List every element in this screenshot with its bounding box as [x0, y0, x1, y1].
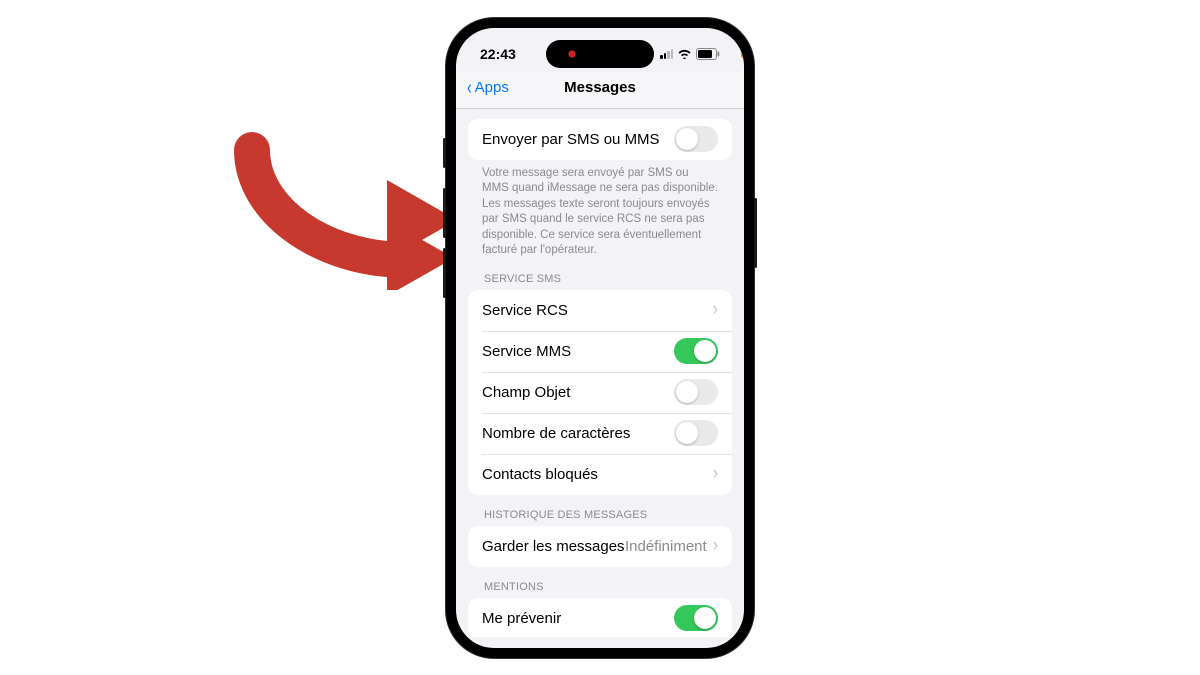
annotation-arrow-icon: [232, 120, 472, 295]
wifi-icon: [677, 48, 692, 59]
toggle-char-count[interactable]: [674, 420, 718, 446]
row-champ-objet[interactable]: Champ Objet: [468, 372, 732, 413]
row-value: Indéfiniment: [625, 538, 707, 555]
phone-mute-switch: [443, 138, 446, 168]
section-header-sms: SERVICE SMS: [456, 273, 744, 290]
phone-volume-up: [443, 188, 446, 238]
section-header-mentions: MENTIONS: [456, 581, 744, 598]
back-label: Apps: [475, 79, 509, 96]
row-label: Contacts bloqués: [482, 466, 598, 483]
phone-screen: 22:43 ‹ Apps Messages: [456, 28, 744, 648]
toggle-me-prevenir[interactable]: [674, 605, 718, 631]
battery-icon: [696, 48, 720, 60]
phone-frame: 22:43 ‹ Apps Messages: [446, 18, 754, 658]
row-label: Service MMS: [482, 343, 571, 360]
back-button[interactable]: ‹ Apps: [466, 78, 509, 98]
row-service-mms[interactable]: Service MMS: [468, 331, 732, 372]
phone-power-button: [754, 198, 757, 268]
section-header-history: HISTORIQUE DES MESSAGES: [456, 509, 744, 526]
page-title: Messages: [564, 79, 636, 96]
phone-volume-down: [443, 248, 446, 298]
row-label: Service RCS: [482, 302, 568, 319]
status-time: 22:43: [480, 46, 516, 62]
chevron-left-icon: ‹: [467, 78, 472, 98]
row-contacts-bloques[interactable]: Contacts bloqués ›: [468, 454, 732, 495]
toggle-send-as-sms[interactable]: [674, 126, 718, 152]
row-label: Nombre de caractères: [482, 425, 630, 442]
row-send-as-sms[interactable]: Envoyer par SMS ou MMS: [468, 119, 732, 160]
toggle-mms[interactable]: [674, 338, 718, 364]
chevron-right-icon: ›: [713, 299, 718, 321]
row-label: Champ Objet: [482, 384, 570, 401]
chevron-right-icon: ›: [713, 463, 718, 485]
chevron-right-icon: ›: [713, 535, 718, 557]
row-me-prevenir[interactable]: Me prévenir: [468, 598, 732, 637]
row-label: Garder les messages: [482, 538, 625, 555]
row-garder-messages[interactable]: Garder les messages Indéfiniment ›: [468, 526, 732, 567]
toggle-champ-objet[interactable]: [674, 379, 718, 405]
row-nombre-caracteres[interactable]: Nombre de caractères: [468, 413, 732, 454]
row-label: Me prévenir: [482, 610, 561, 627]
orange-indicator: [741, 42, 744, 58]
dynamic-island: [546, 40, 654, 68]
signal-icon: [660, 49, 673, 59]
settings-content: Envoyer par SMS ou MMS Votre message ser…: [456, 109, 744, 637]
row-label: Envoyer par SMS ou MMS: [482, 131, 660, 148]
nav-bar: ‹ Apps Messages: [456, 72, 744, 109]
row-service-rcs[interactable]: Service RCS ›: [468, 290, 732, 331]
section-footer: Votre message sera envoyé par SMS ou MMS…: [456, 160, 744, 259]
